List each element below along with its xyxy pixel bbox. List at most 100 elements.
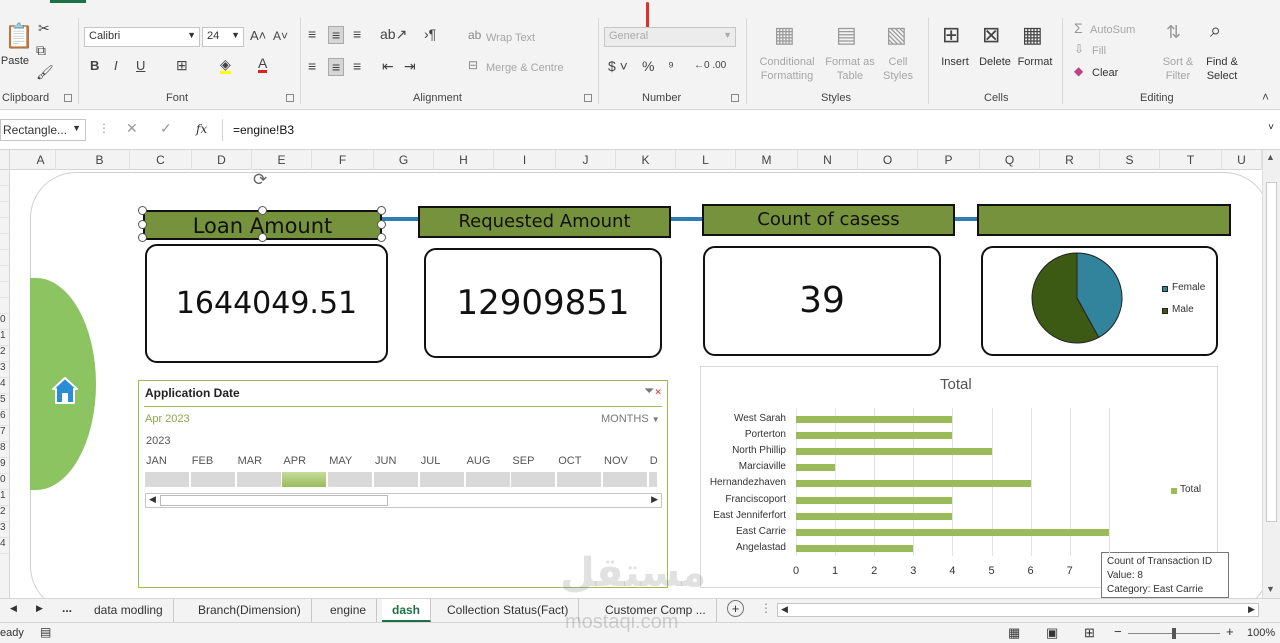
- paste-icon[interactable]: 📋: [4, 22, 34, 51]
- column-header[interactable]: N: [798, 150, 858, 170]
- font-color-icon[interactable]: A: [258, 56, 268, 73]
- slicer-month-cell[interactable]: [328, 472, 373, 487]
- column-header[interactable]: T: [1160, 150, 1222, 170]
- align-left-icon[interactable]: ≡: [308, 58, 316, 74]
- column-header[interactable]: U: [1222, 150, 1262, 170]
- column-header[interactable]: R: [1040, 150, 1100, 170]
- page-break-icon[interactable]: ⊞: [1084, 625, 1095, 641]
- format-as-table-icon[interactable]: ▤: [836, 22, 857, 48]
- align-top-icon[interactable]: ≡: [308, 26, 316, 42]
- scroll-right-icon[interactable]: ▶: [651, 494, 658, 505]
- currency-icon[interactable]: $ ˅: [608, 58, 628, 74]
- number-format-combo[interactable]: General ▼: [604, 27, 736, 47]
- enter-icon[interactable]: ✓: [160, 120, 172, 137]
- column-header[interactable]: D: [192, 150, 252, 170]
- row-header[interactable]: 1: [0, 490, 10, 506]
- slicer-scrollbar[interactable]: ◀ ▶: [145, 493, 662, 508]
- find-select-button[interactable]: Find & Select: [1200, 55, 1244, 83]
- slicer-month-cell[interactable]: [145, 472, 189, 487]
- scroll-right-icon[interactable]: ▶: [1248, 604, 1255, 615]
- row-header[interactable]: [0, 234, 10, 250]
- sheet-tab[interactable]: engine: [320, 599, 378, 622]
- tab-split-icon[interactable]: ⋮: [760, 601, 772, 615]
- row-header[interactable]: 4: [0, 538, 10, 554]
- column-header[interactable]: S: [1100, 150, 1160, 170]
- row-header[interactable]: 4: [0, 378, 10, 394]
- delete-cells-icon[interactable]: ⊠: [982, 22, 1000, 48]
- font-size-combo[interactable]: 24 ▼: [202, 27, 244, 47]
- underline-button[interactable]: U: [136, 58, 145, 73]
- find-select-icon[interactable]: ⌕: [1210, 20, 1221, 43]
- autosum-icon[interactable]: Σ: [1074, 20, 1083, 36]
- row-header[interactable]: 7: [0, 426, 10, 442]
- paste-button[interactable]: Paste: [0, 54, 30, 68]
- align-center-icon[interactable]: ≡: [328, 58, 345, 76]
- column-header[interactable]: L: [676, 150, 736, 170]
- column-header[interactable]: H: [434, 150, 494, 170]
- resize-handle[interactable]: [258, 206, 267, 215]
- row-header[interactable]: 3: [0, 522, 10, 538]
- resize-handle[interactable]: [258, 233, 267, 242]
- zoom-thumb[interactable]: [1172, 628, 1176, 639]
- slicer-month-cell[interactable]: [282, 472, 327, 487]
- resize-handle[interactable]: [138, 206, 147, 215]
- row-header[interactable]: [0, 186, 10, 202]
- clear-button[interactable]: Clear: [1092, 66, 1118, 80]
- insert-cells-icon[interactable]: ⊞: [942, 22, 960, 48]
- shrink-font-icon[interactable]: A˅: [273, 29, 288, 43]
- rotate-handle-icon[interactable]: ⟳: [253, 170, 267, 190]
- row-header[interactable]: 2: [0, 346, 10, 362]
- zoom-out-icon[interactable]: −: [1114, 624, 1122, 639]
- row-header[interactable]: [0, 202, 10, 218]
- zoom-in-icon[interactable]: +: [1226, 624, 1234, 639]
- alignment-launcher-icon[interactable]: [584, 94, 592, 102]
- row-header[interactable]: 6: [0, 410, 10, 426]
- chart-bar[interactable]: [796, 480, 1031, 488]
- grow-font-icon[interactable]: A˄: [250, 28, 266, 43]
- autosum-button[interactable]: AutoSum: [1090, 23, 1135, 37]
- home-button[interactable]: [48, 372, 82, 408]
- slicer-month-cell[interactable]: [511, 472, 556, 487]
- sheet-tab[interactable]: Collection Status(Fact): [437, 599, 580, 622]
- column-header[interactable]: P: [918, 150, 980, 170]
- column-header[interactable]: I: [494, 150, 556, 170]
- row-header[interactable]: 5: [0, 394, 10, 410]
- chart-bar[interactable]: [796, 432, 953, 440]
- scroll-thumb[interactable]: [160, 495, 388, 506]
- horizontal-scrollbar[interactable]: ◀: [777, 603, 1259, 617]
- row-header[interactable]: [0, 266, 10, 282]
- copy-icon[interactable]: ⧉: [36, 42, 46, 59]
- scroll-left-icon[interactable]: ◀: [781, 604, 788, 615]
- increase-indent-icon[interactable]: ⇥: [404, 58, 416, 75]
- align-right-icon[interactable]: ≡: [353, 58, 361, 74]
- cancel-icon[interactable]: ✕: [126, 120, 138, 137]
- increase-decimal-icon[interactable]: ←0 .00: [694, 60, 726, 71]
- column-header[interactable]: Q: [980, 150, 1040, 170]
- chart-bar[interactable]: [796, 448, 992, 456]
- slicer-month-cell[interactable]: [236, 472, 281, 487]
- sheet-tab[interactable]: Branch(Dimension): [188, 599, 312, 622]
- zoom-level[interactable]: 100%: [1247, 627, 1275, 639]
- merge-centre-icon[interactable]: ⊟: [468, 58, 478, 72]
- conditional-formatting-button[interactable]: Conditional Formatting: [752, 55, 822, 83]
- slicer-month-cell[interactable]: [465, 472, 510, 487]
- row-header[interactable]: [0, 218, 10, 234]
- slicer-month-cell[interactable]: [190, 472, 235, 487]
- row-header[interactable]: [0, 282, 10, 298]
- insert-button[interactable]: Insert: [936, 55, 974, 69]
- chevron-down-icon[interactable]: ˅: [1268, 122, 1274, 133]
- column-header[interactable]: M: [736, 150, 798, 170]
- tab-prev-icon[interactable]: ◀: [10, 603, 17, 614]
- orientation-icon[interactable]: ab↗: [380, 26, 407, 43]
- fill-button[interactable]: Fill: [1092, 44, 1106, 58]
- fill-color-icon[interactable]: ◈: [220, 57, 231, 74]
- percent-icon[interactable]: %: [642, 58, 654, 74]
- add-sheet-icon[interactable]: +: [727, 600, 744, 617]
- bold-button[interactable]: B: [90, 58, 99, 73]
- resize-handle[interactable]: [377, 220, 386, 229]
- sort-filter-icon[interactable]: ⇅: [1166, 22, 1181, 43]
- tab-next-icon[interactable]: ▶: [36, 603, 43, 614]
- align-bottom-icon[interactable]: ≡: [353, 26, 361, 42]
- resize-handle[interactable]: [138, 233, 147, 242]
- sheet-tab[interactable]: data modling: [84, 599, 174, 622]
